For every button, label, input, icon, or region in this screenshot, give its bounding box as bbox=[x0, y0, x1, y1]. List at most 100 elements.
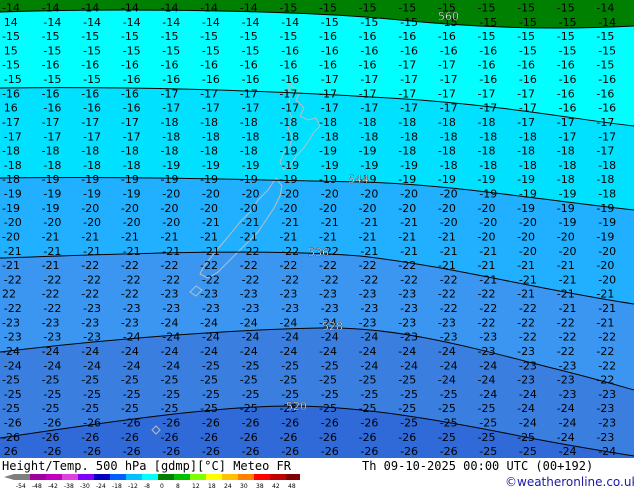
temp-label: -21 bbox=[478, 259, 496, 272]
temp-label: -23 bbox=[398, 316, 416, 329]
temp-label: -25 bbox=[42, 374, 60, 387]
temp-label: -25 bbox=[200, 402, 218, 415]
height-label-520: 520 bbox=[286, 400, 307, 413]
temp-label: -16 bbox=[557, 87, 575, 100]
temp-label: -22 bbox=[281, 245, 299, 258]
temp-label: -19 bbox=[479, 188, 497, 201]
temp-label: -25 bbox=[2, 374, 20, 387]
temp-label: -18 bbox=[596, 173, 614, 186]
colorbar-swatch bbox=[62, 474, 78, 480]
temp-label: -18 bbox=[43, 159, 61, 172]
temp-label: -17 bbox=[42, 116, 60, 129]
temp-label: -15 bbox=[2, 59, 20, 72]
temp-label: -26 bbox=[202, 417, 220, 430]
temp-label: -23 bbox=[398, 288, 416, 301]
temp-label: -17 bbox=[360, 102, 378, 115]
temp-label: -16 bbox=[200, 59, 218, 72]
temp-label: -14 bbox=[242, 16, 260, 29]
temp-label: -23 bbox=[321, 302, 339, 315]
temp-label: -19 bbox=[398, 173, 416, 186]
temp-label: -20 bbox=[598, 273, 616, 286]
temp-label: -15 bbox=[321, 16, 339, 29]
temp-label: -20 bbox=[517, 230, 535, 243]
temp-label: -18 bbox=[2, 173, 20, 186]
temp-label: -26 bbox=[321, 445, 339, 458]
temp-label: -23 bbox=[359, 288, 377, 301]
temp-label: -18 bbox=[123, 159, 141, 172]
temp-label: -21 bbox=[83, 245, 101, 258]
temp-label: -20 bbox=[242, 188, 260, 201]
colorbar-tick: -8 bbox=[144, 483, 150, 490]
temp-label: -14 bbox=[162, 16, 180, 29]
temp-label: -15 bbox=[559, 16, 577, 29]
temp-label: -17 bbox=[83, 130, 101, 143]
temp-label: -25 bbox=[438, 431, 456, 444]
temp-label: -25 bbox=[242, 388, 260, 401]
colorbar-swatch bbox=[14, 474, 30, 480]
temp-label: -25 bbox=[123, 388, 141, 401]
weather-map: -14 -14 -14 -14 -14 -14 -14 -15 -15 -15 -15 -15 -15-… bbox=[0, 0, 634, 458]
temp-label: -17 bbox=[360, 73, 378, 86]
temp-label: -17 bbox=[438, 87, 456, 100]
temp-label: -15 bbox=[360, 16, 378, 29]
temp-label: -17 bbox=[240, 87, 258, 100]
temp-label: -25 bbox=[202, 359, 220, 372]
temp-label: -15 bbox=[42, 30, 60, 43]
temp-label: -15 bbox=[240, 30, 258, 43]
temp-label: -16 bbox=[81, 59, 99, 72]
temp-label: -22 bbox=[83, 273, 101, 286]
copyright-text: ©weatheronline.co.uk bbox=[505, 475, 634, 489]
temp-label: -21 bbox=[360, 245, 378, 258]
temp-label: -24 bbox=[438, 345, 456, 358]
temp-label: -19 bbox=[360, 159, 378, 172]
colorbar-tick: 24 bbox=[224, 483, 232, 490]
temp-label: -25 bbox=[478, 431, 496, 444]
temp-label: -26 bbox=[200, 431, 218, 444]
temp-label: -18 bbox=[478, 116, 496, 129]
temp-label: -22 bbox=[43, 273, 61, 286]
temp-label: -14 bbox=[281, 16, 299, 29]
temp-label: -19 bbox=[200, 173, 218, 186]
temp-label: -16 bbox=[359, 30, 377, 43]
temp-label: -21 bbox=[240, 230, 258, 243]
temp-label: -19 bbox=[161, 173, 179, 186]
temp-label: -25 bbox=[319, 402, 337, 415]
temp-label: -22 bbox=[43, 302, 61, 315]
temp-label: -24 bbox=[517, 402, 535, 415]
temp-label: -21 bbox=[438, 259, 456, 272]
temp-label: -16 bbox=[440, 44, 458, 57]
temp-label: -24 bbox=[559, 445, 577, 458]
temp-label: -19 bbox=[559, 216, 577, 229]
temp-label: -16 bbox=[121, 87, 139, 100]
temp-label: -26 bbox=[321, 417, 339, 430]
temp-label: -18 bbox=[557, 145, 575, 158]
temp-label: -24 bbox=[279, 316, 297, 329]
temp-label: -16 bbox=[400, 44, 418, 57]
temp-label: -23 bbox=[123, 302, 141, 315]
temp-label: -17 bbox=[596, 145, 614, 158]
temp-label: -22 bbox=[440, 302, 458, 315]
temp-label: -17 bbox=[279, 87, 297, 100]
temp-label: -21 bbox=[479, 273, 497, 286]
temp-label: -21 bbox=[479, 245, 497, 258]
temp-label: -26 bbox=[2, 431, 20, 444]
temp-label: -24 bbox=[161, 316, 179, 329]
temp-label: -26 bbox=[360, 417, 378, 430]
temp-label: -20 bbox=[440, 188, 458, 201]
temp-label: -16 bbox=[479, 44, 497, 57]
temp-label: -14 bbox=[43, 16, 61, 29]
temp-label: -26 bbox=[319, 431, 337, 444]
temp-label: -21 bbox=[321, 216, 339, 229]
temp-label: -25 bbox=[83, 388, 101, 401]
colorbar-tick: 42 bbox=[272, 483, 280, 490]
temp-label: -19 bbox=[319, 145, 337, 158]
temp-label: -17 bbox=[400, 102, 418, 115]
temp-label: -24 bbox=[519, 417, 537, 430]
temp-label: -18 bbox=[81, 145, 99, 158]
temp-label: -23 bbox=[4, 331, 22, 344]
temp-label: -22 bbox=[81, 288, 99, 301]
temp-label: -15 bbox=[202, 44, 220, 57]
temp-label: -26 bbox=[42, 431, 60, 444]
temp-label: -19 bbox=[596, 230, 614, 243]
temp-label: -25 bbox=[479, 417, 497, 430]
